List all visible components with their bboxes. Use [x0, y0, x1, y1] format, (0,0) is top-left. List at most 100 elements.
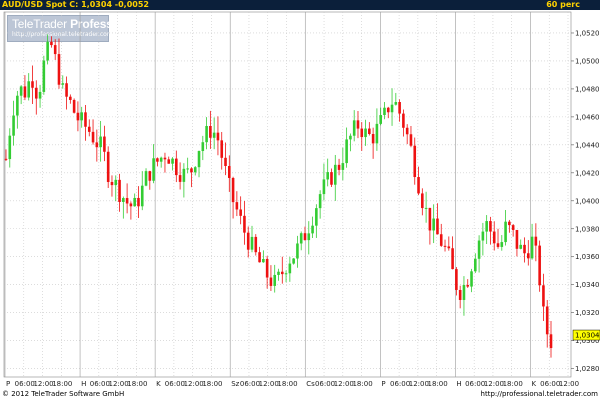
- candle-up: [500, 242, 504, 247]
- x-tick-label: 12:00: [559, 380, 579, 388]
- candles-layer: [4, 34, 553, 358]
- candle-down: [167, 159, 171, 164]
- x-tick-label: 12:00: [334, 380, 354, 388]
- candle-up: [144, 171, 148, 186]
- candle-up: [152, 158, 155, 181]
- candle-up: [212, 132, 216, 138]
- candle-down: [515, 229, 519, 249]
- candle-up: [61, 83, 65, 85]
- x-tick-label: K: [531, 380, 536, 388]
- candle-up: [186, 168, 189, 170]
- y-tick-label: 1,0460: [575, 113, 600, 121]
- candle-down: [489, 221, 492, 232]
- x-tick-label: 06:00: [15, 380, 35, 388]
- candle-down: [330, 172, 333, 185]
- candle-down: [526, 253, 530, 259]
- grid-lines: [4, 12, 571, 377]
- candle-up: [311, 225, 314, 234]
- candle-up: [140, 185, 144, 207]
- candle-down: [428, 207, 432, 231]
- candle-down: [508, 221, 511, 226]
- candle-down: [95, 142, 99, 148]
- candle-down: [402, 113, 405, 128]
- candle-down: [386, 107, 390, 113]
- candle-down: [190, 168, 193, 173]
- candle-down: [76, 112, 80, 121]
- candle-down: [31, 81, 34, 88]
- last-price-marker: 1,0304: [572, 329, 600, 341]
- y-tick-label: 1,0280: [575, 365, 600, 373]
- candle-down: [511, 225, 515, 230]
- x-tick-label: 06:00: [165, 380, 185, 388]
- x-tick-label: H: [81, 380, 86, 388]
- candle-down: [137, 197, 140, 207]
- candle-down: [269, 277, 273, 286]
- y-tick-label: 1,0340: [575, 281, 600, 289]
- candle-down: [455, 269, 458, 290]
- x-tick-label: 12:00: [109, 380, 129, 388]
- x-tick-label: 06:00: [90, 380, 110, 388]
- x-tick-label: 18:00: [277, 380, 297, 388]
- candle-up: [504, 221, 507, 243]
- candle-up: [197, 151, 201, 168]
- candle-up: [171, 158, 174, 164]
- x-tick-label: 06:00: [240, 380, 260, 388]
- x-tick-label: 18:00: [127, 380, 147, 388]
- y-tick-label: 1,0440: [575, 141, 600, 149]
- candle-up: [318, 194, 322, 209]
- x-tick-label: H: [456, 380, 461, 388]
- x-tick-label: 18:00: [352, 380, 372, 388]
- candle-up: [432, 218, 435, 231]
- candle-down: [337, 164, 341, 170]
- candle-up: [284, 273, 288, 275]
- y-tick-label: 1,0400: [575, 197, 600, 205]
- x-tick-label: 18:00: [202, 380, 222, 388]
- candle-down: [492, 231, 496, 244]
- plot-area-border: [3, 11, 572, 378]
- footer-url[interactable]: http://professional.teletrader.com: [481, 389, 598, 400]
- y-tick-label: 1,0500: [575, 57, 600, 65]
- candle-down: [496, 243, 500, 247]
- candle-down: [4, 158, 8, 160]
- candle-up: [42, 60, 46, 92]
- candle-down: [50, 41, 53, 46]
- candle-down: [65, 83, 68, 97]
- candle-down: [405, 127, 409, 135]
- candle-down: [23, 86, 27, 98]
- y-tick-label: 1,0420: [575, 169, 600, 177]
- candle-up: [201, 142, 205, 152]
- candlestick-chart[interactable]: 1,02801,03001,03201,03401,03601,03801,04…: [0, 0, 600, 389]
- footer-bar: © 2012 TeleTrader Software GmbH http://p…: [0, 389, 600, 400]
- candle-up: [205, 125, 208, 143]
- candle-down: [106, 151, 110, 182]
- candle-up: [46, 41, 49, 61]
- candle-down: [178, 175, 182, 182]
- candle-up: [99, 136, 102, 148]
- candle-up: [379, 115, 382, 124]
- candle-up: [481, 231, 485, 241]
- candle-down: [371, 133, 375, 144]
- x-tick-label: 12:00: [33, 380, 53, 388]
- candle-up: [292, 258, 295, 264]
- x-tick-label: 12:00: [184, 380, 204, 388]
- candle-down: [57, 54, 61, 85]
- candle-up: [477, 240, 481, 259]
- x-tick-label: 12:00: [484, 380, 504, 388]
- candle-up: [38, 91, 42, 99]
- candle-down: [103, 136, 106, 152]
- candle-up: [262, 258, 265, 263]
- candle-up: [333, 164, 337, 185]
- candle-up: [159, 157, 163, 162]
- x-axis: P 06:0012:0018:00 H 06:0012:0018:00 K 06:0012…: [6, 380, 579, 388]
- y-tick-label: 1,0320: [575, 309, 600, 317]
- candle-down: [417, 177, 420, 194]
- candle-down: [163, 157, 167, 160]
- candle-down: [72, 99, 76, 113]
- candle-up: [352, 120, 356, 136]
- x-tick-label: 18:00: [428, 380, 448, 388]
- candle-up: [122, 198, 125, 202]
- candle-up: [383, 107, 386, 116]
- candle-down: [243, 215, 246, 233]
- candle-down: [303, 233, 307, 241]
- candle-up: [307, 233, 311, 241]
